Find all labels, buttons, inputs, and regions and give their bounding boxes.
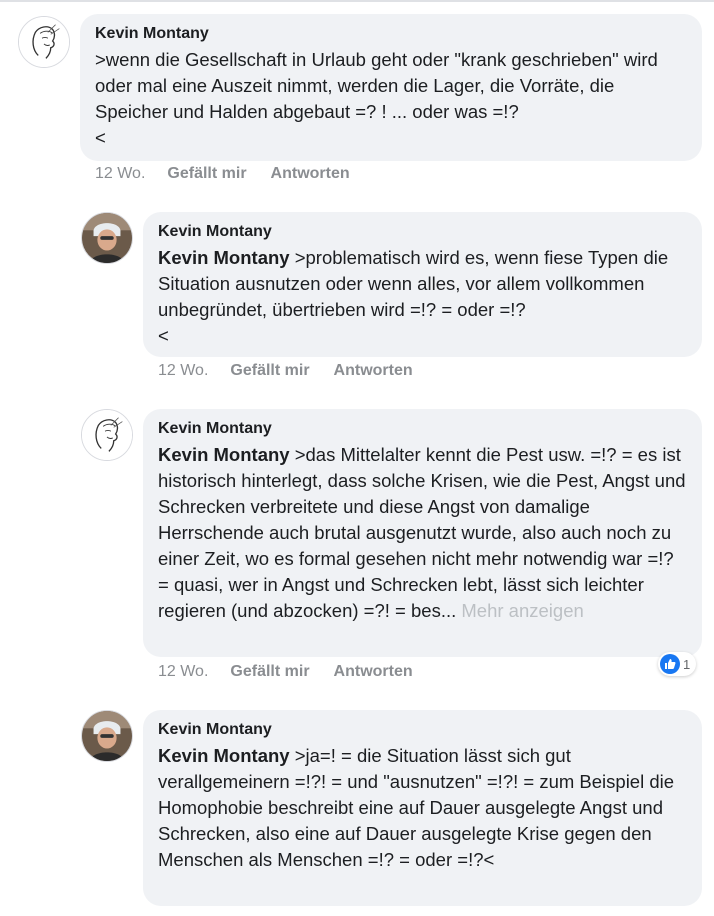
comment-bubble: Kevin Montany Kevin Montany >das Mittela… <box>143 409 702 657</box>
comment-author[interactable]: Kevin Montany <box>158 419 688 439</box>
reply-button[interactable]: Antworten <box>271 165 350 182</box>
mention-link[interactable]: Kevin Montany <box>158 745 290 766</box>
avatar-sketch-icon[interactable] <box>81 409 133 461</box>
comment-bubble: Kevin Montany Kevin Montany >problematis… <box>143 212 702 357</box>
comment-text: Kevin Montany >das Mittelalter kennt die… <box>158 442 688 624</box>
comment-author[interactable]: Kevin Montany <box>95 24 688 44</box>
like-button[interactable]: Gefällt mir <box>230 362 309 379</box>
comment-bubble: Kevin Montany Kevin Montany >ja=! = die … <box>143 710 702 906</box>
comment-time[interactable]: 12 Wo. <box>158 362 208 379</box>
thumbs-up-icon <box>660 654 680 674</box>
comment-author[interactable]: Kevin Montany <box>158 222 688 242</box>
like-button[interactable]: Gefällt mir <box>167 165 246 182</box>
reply-button[interactable]: Antworten <box>334 362 413 379</box>
comment-time[interactable]: 12 Wo. <box>95 165 145 182</box>
comment-time[interactable]: 12 Wo. <box>158 663 208 680</box>
reaction-count-badge[interactable]: 1 <box>658 652 697 676</box>
comment-text: Kevin Montany >ja=! = die Situation läss… <box>158 743 688 873</box>
top-divider <box>0 0 714 2</box>
reply-button[interactable]: Antworten <box>334 663 413 680</box>
reaction-count: 1 <box>683 656 691 672</box>
comment-actions: 12 Wo. Gefällt mir Antworten <box>158 663 413 681</box>
show-more-link[interactable]: Mehr anzeigen <box>456 600 583 621</box>
comment-actions: 12 Wo. Gefällt mir Antworten <box>95 165 350 183</box>
like-button[interactable]: Gefällt mir <box>230 663 309 680</box>
avatar-photo-icon[interactable] <box>81 710 133 762</box>
comment-bubble: Kevin Montany >wenn die Gesellschaft in … <box>80 14 702 161</box>
comment-text: >wenn die Gesellschaft in Urlaub geht od… <box>95 49 658 148</box>
avatar-sketch-icon[interactable] <box>18 16 70 68</box>
mention-link[interactable]: Kevin Montany <box>158 247 290 268</box>
avatar-photo-icon[interactable] <box>81 212 133 264</box>
mention-link[interactable]: Kevin Montany <box>158 444 290 465</box>
comment-body-text: >das Mittelalter kennt die Pest usw. =!?… <box>158 444 686 621</box>
comment-actions: 12 Wo. Gefällt mir Antworten <box>158 362 413 380</box>
comment-text: Kevin Montany >problematisch wird es, we… <box>158 245 688 349</box>
comment-author[interactable]: Kevin Montany <box>158 720 688 740</box>
